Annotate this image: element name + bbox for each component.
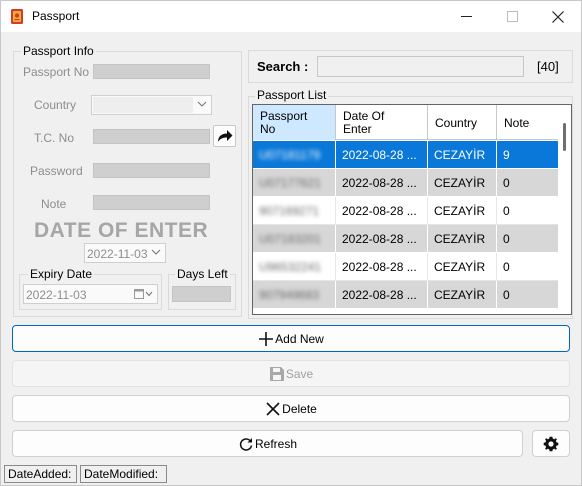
column-header-passport-no[interactable]: Passport No <box>253 105 336 140</box>
maximize-button[interactable] <box>489 1 535 32</box>
column-header-date-of-enter[interactable]: Date Of Enter <box>336 105 428 140</box>
note-cell: 9 <box>503 148 510 162</box>
settings-button[interactable] <box>532 430 570 457</box>
save-button[interactable]: Save <box>12 360 570 387</box>
table-row[interactable]: U07181179 2022-08-28 ... CEZAYİR 9 <box>253 141 559 169</box>
country-cell: CEZAYİR <box>428 253 497 281</box>
note-cell: 0 <box>503 260 510 274</box>
date-cell: 2022-08-28 ... <box>336 281 428 309</box>
country-cell: CEZAYİR <box>428 225 497 253</box>
date-cell: 2022-08-28 ... <box>336 141 428 169</box>
chevron-down-icon <box>151 249 161 255</box>
delete-x-icon <box>266 401 280 416</box>
date-cell: 2022-08-28 ... <box>336 225 428 253</box>
table-row[interactable]: U96532241 2022-08-28 ... CEZAYİR 0 <box>253 253 559 281</box>
column-header-note[interactable]: Note <box>497 105 559 140</box>
refresh-label: Refresh <box>254 436 298 451</box>
note-cell: 0 <box>503 288 510 302</box>
table-row[interactable]: 907949683 2022-08-28 ... CEZAYİR 0 <box>253 281 559 309</box>
passport-no-field[interactable] <box>93 64 210 79</box>
passport-info-legend: Passport Info <box>21 44 96 58</box>
tc-no-field[interactable] <box>93 129 210 144</box>
minimize-icon <box>460 15 472 17</box>
expiry-date-picker[interactable]: 2022-11-03 <box>23 284 158 304</box>
plus-icon <box>259 331 274 346</box>
column-header-country[interactable]: Country <box>428 105 497 140</box>
passport-table: Passport No Date Of Enter Country Note U… <box>252 104 572 315</box>
calendar-icon <box>134 289 153 299</box>
maximize-icon <box>506 11 518 22</box>
passport-list-legend: Passport List <box>255 88 329 102</box>
country-cell: CEZAYİR <box>428 169 497 197</box>
passport-no-cell: U07181179 <box>259 148 321 162</box>
search-label: Search : <box>257 59 309 74</box>
date-added-status: DateAdded: <box>4 465 77 483</box>
refresh-icon <box>239 437 253 451</box>
gear-icon <box>543 436 559 451</box>
table-row[interactable]: U07177621 2022-08-28 ... CEZAYİR 0 <box>253 169 559 197</box>
days-left-field <box>172 286 231 302</box>
close-icon <box>552 10 564 23</box>
country-cell: CEZAYİR <box>428 197 497 225</box>
tc-no-go-button[interactable] <box>213 125 236 147</box>
table-row-partial[interactable] <box>253 309 559 314</box>
country-label: Country <box>34 98 77 112</box>
passport-no-cell: U96532241 <box>259 260 322 274</box>
days-left-label: Days Left <box>175 267 230 281</box>
note-field[interactable] <box>93 195 210 210</box>
date-cell: 2022-08-28 ... <box>336 197 428 225</box>
window-title: Passport <box>32 9 80 23</box>
table-row[interactable]: 907169271 2022-08-28 ... CEZAYİR 0 <box>253 197 559 225</box>
password-field[interactable] <box>93 163 210 178</box>
table-vertical-scrollbar[interactable] <box>558 105 571 314</box>
save-disk-icon <box>269 366 284 381</box>
table-header: Passport No Date Of Enter Country Note <box>253 105 559 140</box>
note-cell: 0 <box>503 176 510 190</box>
tc-no-label: T.C. No <box>34 131 75 145</box>
country-select[interactable] <box>91 95 212 115</box>
date-modified-status: DateModified: <box>80 465 167 483</box>
country-cell: CEZAYİR <box>428 141 497 169</box>
title-bar: Passport <box>1 1 581 32</box>
expiry-date-label: Expiry Date <box>28 267 95 281</box>
passport-no-cell: 907169271 <box>259 204 320 218</box>
passport-window: Passport Passport Info Passport No Count… <box>0 0 582 486</box>
date-cell: 2022-08-28 ... <box>336 169 428 197</box>
refresh-button[interactable]: Refresh <box>12 430 523 457</box>
passport-no-cell: U07177621 <box>259 176 322 190</box>
scrollbar-thumb[interactable] <box>563 123 566 151</box>
delete-button[interactable]: Delete <box>12 395 570 422</box>
minimize-button[interactable] <box>443 1 489 32</box>
note-label: Note <box>41 197 67 211</box>
country-cell: CEZAYİR <box>428 281 497 309</box>
share-arrow-icon <box>218 130 233 142</box>
chevron-down-icon <box>197 101 207 107</box>
note-cell: 0 <box>503 232 510 246</box>
note-cell: 0 <box>503 204 510 218</box>
search-input[interactable] <box>317 56 524 77</box>
passport-no-label: Passport No <box>23 65 90 79</box>
date-cell: 2022-08-28 ... <box>336 253 428 281</box>
passport-app-icon <box>11 9 23 24</box>
add-new-label: Add New <box>275 331 324 346</box>
close-button[interactable] <box>535 1 581 32</box>
table-row[interactable]: U07183201 2022-08-28 ... CEZAYİR 0 <box>253 225 559 253</box>
password-label: Password <box>30 164 83 178</box>
add-new-button[interactable]: Add New <box>12 325 570 352</box>
passport-no-cell: 907949683 <box>259 288 320 302</box>
expiry-date-value: 2022-11-03 <box>26 288 87 302</box>
date-of-enter-picker[interactable]: 2022-11-03 <box>84 243 166 263</box>
result-count: [40] <box>537 59 559 74</box>
date-of-enter-title: DATE OF ENTER <box>34 219 209 242</box>
save-label: Save <box>285 366 314 381</box>
passport-no-cell: U07183201 <box>259 232 322 246</box>
delete-label: Delete <box>282 401 317 416</box>
date-of-enter-value: 2022-11-03 <box>87 247 148 261</box>
